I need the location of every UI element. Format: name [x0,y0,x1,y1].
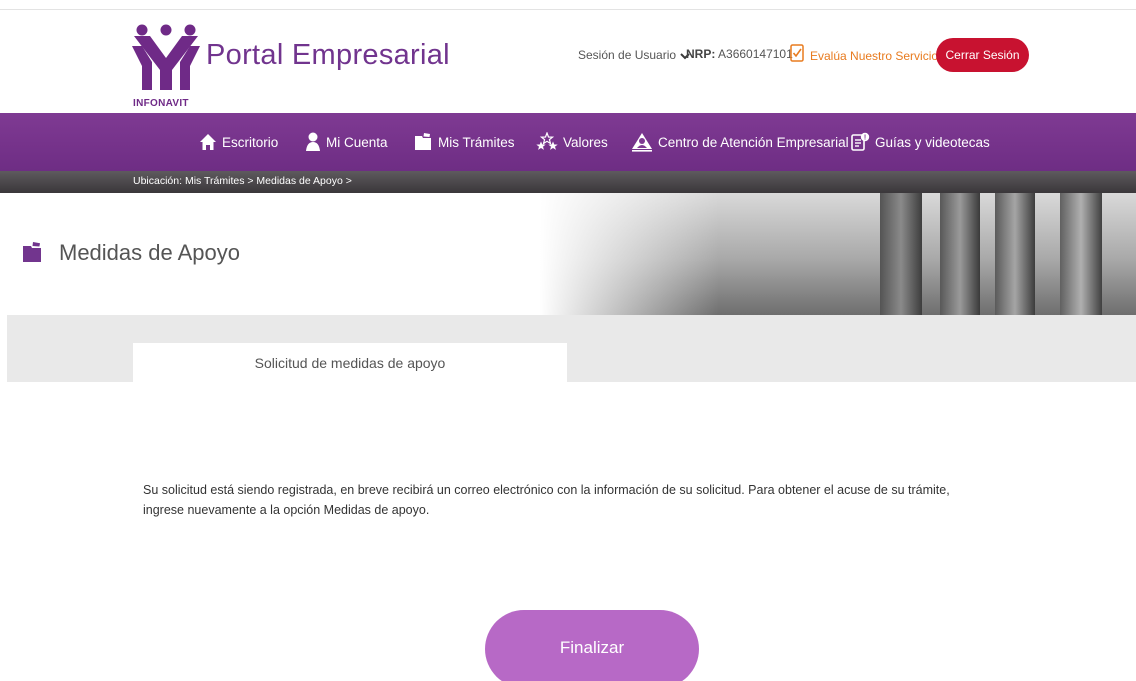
nrp-value: A3660147101 [718,47,793,61]
finish-button[interactable]: Finalizar [485,610,699,681]
folder-icon [413,132,433,152]
page-title: Medidas de Apoyo [59,240,241,265]
status-message: Su solicitud está siendo registrada, en … [143,483,950,517]
survey-icon [790,44,804,67]
nav-label: Mi Cuenta [326,134,388,150]
banner-pillar [1060,193,1102,315]
home-icon [199,133,217,151]
support-icon [631,132,653,152]
nav-item-mis-tramites[interactable]: Mis Trámites [413,113,515,171]
nav-item-mi-cuenta[interactable]: Mi Cuenta [305,113,388,171]
nav-label: Valores [563,134,608,150]
logo-text: INFONAVIT [133,98,189,109]
svg-text:!: ! [864,135,866,142]
nrp-label: NRP: [686,47,716,61]
breadcrumb: Ubicación: Mis Trámites > Medidas de Apo… [133,175,352,187]
banner-pillar [880,193,922,315]
nav-item-escritorio[interactable]: Escritorio [199,113,278,171]
banner-image [540,193,1136,315]
main-nav: Escritorio Mi Cuenta Mis Trámites Valore… [0,113,1136,171]
header: INFONAVIT Portal Empresarial Sesión de U… [0,10,1136,113]
nav-item-valores[interactable]: Valores [536,113,608,171]
page-banner: Medidas de Apoyo [0,193,1136,315]
brand-title: Portal Empresarial [206,39,450,71]
stars-icon [536,132,558,152]
nav-item-centro-atencion[interactable]: Centro de Atención Empresarial [631,113,849,171]
user-icon [305,132,321,152]
nav-label: Mis Trámites [438,134,515,150]
nav-item-guias[interactable]: ! Guías y videotecas [850,113,990,171]
survey-link[interactable]: Evalúa Nuestro Servicio [790,44,938,67]
nav-label: Centro de Atención Empresarial [658,134,849,150]
session-menu[interactable]: Sesión de Usuario [578,47,690,63]
survey-label: Evalúa Nuestro Servicio [810,48,939,63]
infonavit-logo-mark [132,24,200,90]
session-label: Sesión de Usuario [578,48,677,62]
banner-pillar [940,193,980,315]
breadcrumb-bar: Ubicación: Mis Trámites > Medidas de Apo… [0,171,1136,193]
infonavit-logo[interactable]: INFONAVIT [130,24,202,109]
tab-solicitud-medidas[interactable]: Solicitud de medidas de apoyo [133,343,567,382]
nav-label: Escritorio [222,134,279,150]
logout-button[interactable]: Cerrar Sesión [936,38,1029,72]
nrp-info: NRP: A3660147101 [686,47,793,61]
guide-icon: ! [850,132,870,152]
nav-label: Guías y videotecas [875,134,990,150]
folder-icon [21,241,43,268]
banner-pillar [995,193,1035,315]
